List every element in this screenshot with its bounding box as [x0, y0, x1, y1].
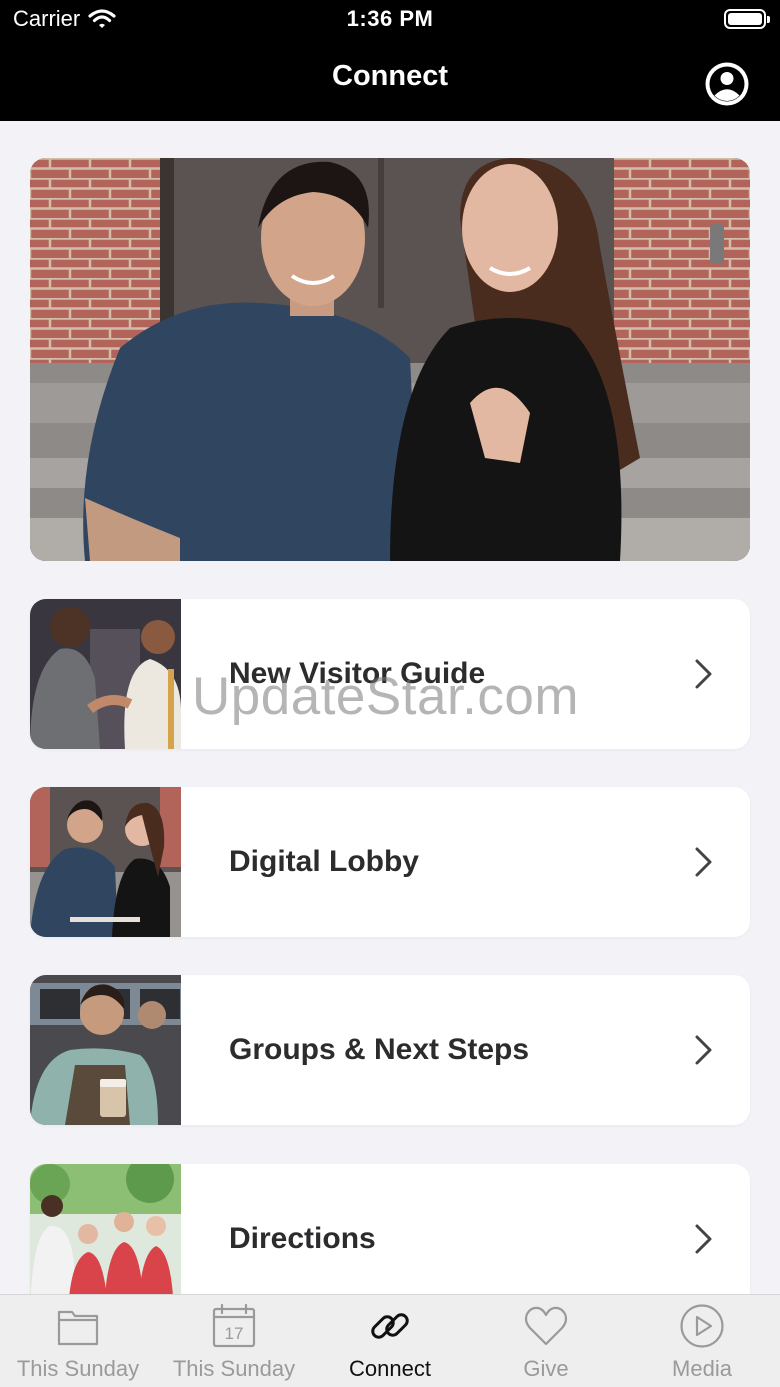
tab-this-sunday-calendar[interactable]: 17 This Sunday	[156, 1295, 312, 1387]
link-icon	[371, 1313, 409, 1339]
calendar-day: 17	[225, 1324, 244, 1343]
calendar-icon: 17	[212, 1303, 256, 1348]
tab-label: Give	[523, 1356, 569, 1381]
tab-label: Connect	[349, 1356, 431, 1381]
status-bar: Carrier 1:36 PM	[0, 0, 780, 40]
play-circle-icon	[680, 1304, 724, 1348]
top-bar: Carrier 1:36 PM Connect	[0, 0, 780, 121]
menu-item-digital-lobby[interactable]: Digital Lobby	[30, 787, 750, 937]
menu-item-new-visitor-guide[interactable]: New Visitor Guide	[30, 599, 750, 749]
tab-label: Media	[672, 1356, 732, 1381]
hero-photo	[30, 158, 750, 561]
battery-icon	[724, 9, 770, 29]
folder-icon	[57, 1310, 99, 1346]
menu-item-directions[interactable]: Directions	[30, 1164, 750, 1314]
tab-give[interactable]: Give	[468, 1295, 624, 1387]
menu-item-label: Digital Lobby	[229, 845, 419, 878]
tab-bar: This Sunday 17 This Sunday Connect Give	[0, 1294, 780, 1387]
page-title: Connect	[332, 60, 448, 92]
heart-icon	[524, 1306, 568, 1346]
chevron-right-icon	[695, 659, 712, 689]
menu-item-label: New Visitor Guide	[229, 657, 486, 690]
chevron-right-icon	[695, 847, 712, 877]
thumbnail-barista	[30, 975, 181, 1125]
tab-media[interactable]: Media	[624, 1295, 780, 1387]
chevron-right-icon	[695, 1035, 712, 1065]
thumbnail-couple	[30, 787, 181, 937]
tab-label: This Sunday	[16, 1356, 140, 1381]
thumbnail-volunteers	[30, 1164, 181, 1314]
status-time: 1:36 PM	[346, 6, 434, 31]
tab-connect[interactable]: Connect	[312, 1295, 468, 1387]
thumbnail-handshake	[30, 599, 181, 749]
menu-item-label: Groups & Next Steps	[229, 1033, 530, 1066]
profile-icon[interactable]	[704, 61, 750, 107]
tab-this-sunday-folder[interactable]: This Sunday	[0, 1295, 156, 1387]
menu-item-label: Directions	[229, 1222, 376, 1255]
hero-image[interactable]	[30, 158, 750, 561]
menu-item-groups-next-steps[interactable]: Groups & Next Steps	[30, 975, 750, 1125]
tab-label: This Sunday	[172, 1356, 296, 1381]
chevron-right-icon	[695, 1224, 712, 1254]
